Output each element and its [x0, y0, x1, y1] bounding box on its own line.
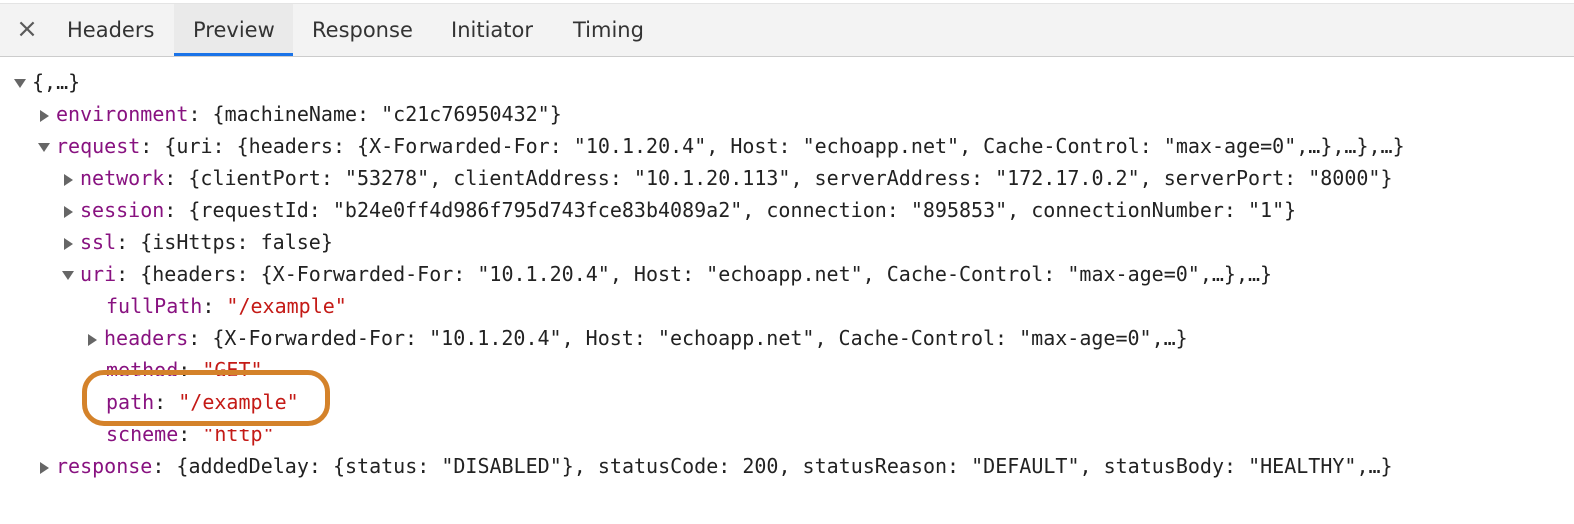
key-request: request: [56, 134, 141, 158]
expand-triangle-icon[interactable]: [64, 205, 73, 218]
tree-row-headers[interactable]: headers: {X-Forwarded-For: "10.1.20.4", …: [86, 322, 1188, 354]
expand-triangle-icon[interactable]: [64, 237, 73, 250]
path-value: "/example": [178, 390, 299, 414]
expand-triangle-icon[interactable]: [64, 173, 73, 186]
tab-timing[interactable]: Timing: [573, 4, 644, 56]
tree-row-request[interactable]: request: {uri: {headers: {X-Forwarded-Fo…: [38, 130, 1405, 162]
key-scheme: scheme: [106, 422, 179, 446]
request-summary: {uri: {headers: {X-Forwarded-For: "10.1.…: [164, 134, 1405, 158]
tree-row-network[interactable]: network: {clientPort: "53278", clientAdd…: [62, 162, 1393, 194]
key-headers: headers: [104, 326, 189, 350]
tree-row-session[interactable]: session: {requestId: "b24e0ff4d986f795d7…: [62, 194, 1296, 226]
scheme-value: "http": [202, 422, 275, 446]
environment-summary: {machineName: "c21c76950432"}: [212, 102, 562, 126]
key-uri: uri: [80, 262, 117, 286]
headers-summary: {X-Forwarded-For: "10.1.20.4", Host: "ec…: [212, 326, 1188, 350]
tab-preview[interactable]: Preview: [174, 4, 293, 56]
tree-row-ssl[interactable]: ssl: {isHttps: false}: [62, 226, 333, 258]
key-fullpath: fullPath: [106, 294, 203, 318]
key-response: response: [56, 454, 153, 478]
tree-row-scheme[interactable]: scheme: "http": [106, 422, 275, 450]
tree-row-uri[interactable]: uri: {headers: {X-Forwarded-For: "10.1.2…: [62, 258, 1272, 290]
tree-row-fullpath[interactable]: fullPath: "/example": [106, 290, 347, 322]
response-summary: {addedDelay: {status: "DISABLED"}, statu…: [176, 454, 1393, 478]
root-summary: {,…}: [32, 70, 81, 94]
key-method: method: [106, 358, 179, 382]
uri-summary: {headers: {X-Forwarded-For: "10.1.20.4",…: [140, 262, 1273, 286]
tree-row-response[interactable]: response: {addedDelay: {status: "DISABLE…: [38, 450, 1393, 482]
network-summary: {clientPort: "53278", clientAddress: "10…: [188, 166, 1393, 190]
tab-bar: × Headers Preview Response Initiator Tim…: [0, 4, 1574, 57]
key-environment: environment: [56, 102, 189, 126]
collapse-triangle-icon[interactable]: [62, 271, 74, 280]
tree-row-method[interactable]: method: "GET": [106, 354, 263, 382]
tree-row-path[interactable]: path: "/example": [106, 386, 299, 418]
tree-row-environment[interactable]: environment: {machineName: "c21c76950432…: [38, 98, 562, 130]
method-value: "GET": [202, 358, 263, 382]
expand-triangle-icon[interactable]: [40, 109, 49, 122]
tab-initiator[interactable]: Initiator: [451, 4, 533, 56]
key-network: network: [80, 166, 165, 190]
key-session: session: [80, 198, 165, 222]
key-ssl: ssl: [80, 230, 117, 254]
collapse-triangle-icon[interactable]: [38, 143, 50, 152]
tab-headers[interactable]: Headers: [67, 4, 154, 56]
expand-triangle-icon[interactable]: [40, 461, 49, 474]
collapse-triangle-icon[interactable]: [14, 79, 26, 88]
ssl-summary: {isHttps: false}: [140, 230, 333, 254]
tree-row-root[interactable]: {,…}: [14, 66, 80, 98]
key-path: path: [106, 390, 155, 414]
close-icon[interactable]: ×: [14, 14, 40, 44]
tab-response[interactable]: Response: [312, 4, 413, 56]
session-summary: {requestId: "b24e0ff4d986f795d743fce83b4…: [188, 198, 1297, 222]
expand-triangle-icon[interactable]: [88, 333, 97, 346]
devtools-network-preview-panel: × Headers Preview Response Initiator Tim…: [0, 0, 1574, 524]
fullpath-value: "/example": [226, 294, 347, 318]
